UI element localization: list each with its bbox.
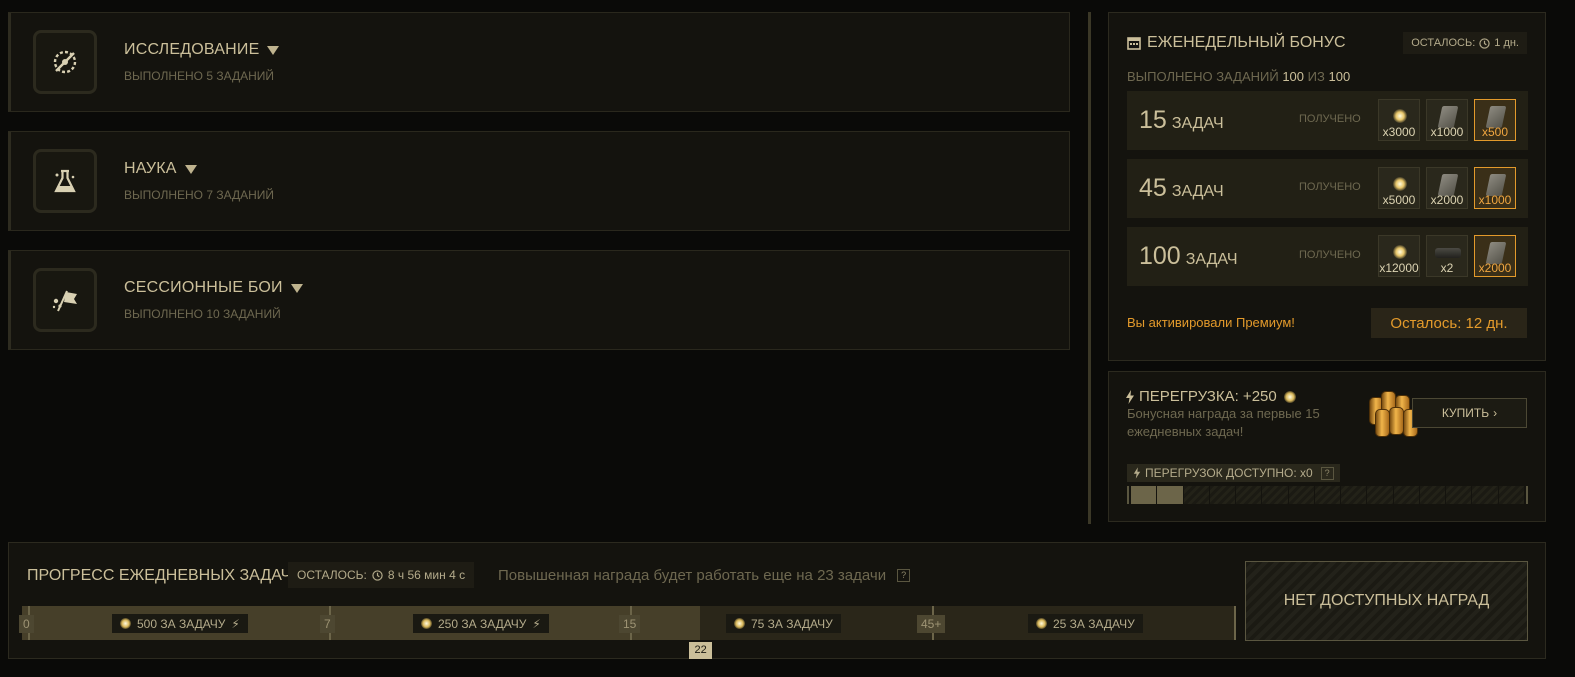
current-progress-marker: 22 <box>689 642 712 659</box>
tier-status: ПОЛУЧЕНО <box>1299 113 1361 125</box>
battle-flag-icon <box>33 268 97 332</box>
overload-segment <box>1341 486 1367 504</box>
compass-icon <box>33 30 97 94</box>
reward-chip: 250 ЗА ЗАДАЧУ ⚡ <box>413 614 549 633</box>
category-subtitle: ВЫПОЛНЕНО 10 ЗАДАНИЙ <box>124 307 281 321</box>
overload-segment <box>1498 486 1524 504</box>
overload-segment <box>1262 486 1288 504</box>
daily-remaining-badge: ОСТАЛОСЬ: 8 ч 56 мин 4 с <box>288 562 475 588</box>
chevron-down-icon <box>267 45 280 55</box>
tick-label: 45+ <box>917 615 946 633</box>
category-subtitle: ВЫПОЛНЕНО 5 ЗАДАНИЙ <box>124 69 275 83</box>
premium-activated-text: Вы активировали Премиум! <box>1127 315 1295 330</box>
overload-segment <box>1419 486 1446 504</box>
lightning-icon: ⚡ <box>231 616 240 631</box>
credits-icon <box>1283 390 1296 403</box>
scrollbar[interactable] <box>1088 12 1091 524</box>
lightning-icon <box>1133 467 1141 479</box>
overload-segment <box>1472 486 1498 504</box>
category-card-session-battles[interactable]: СЕССИОННЫЕ БОИ ВЫПОЛНЕНО 10 ЗАДАНИЙ <box>8 250 1070 350</box>
reward-chip: 25 ЗА ЗАДАЧУ <box>1028 614 1143 633</box>
tick-label: 15 <box>619 615 641 633</box>
boosted-reward-message: Повышенная награда будет работать еще на… <box>498 567 911 584</box>
clock-icon <box>1479 37 1490 49</box>
category-title[interactable]: ИССЛЕДОВАНИЕ <box>124 41 280 59</box>
help-icon[interactable]: ? <box>1320 466 1334 480</box>
reward-chip: 500 ЗА ЗАДАЧУ ⚡ <box>112 614 248 633</box>
category-card-science[interactable]: НАУКА ВЫПОЛНЕНО 7 ЗАДАНИЙ <box>8 131 1070 231</box>
weekly-bonus-title: ЕЖЕНЕДЕЛЬНЫЙ БОНУС <box>1127 34 1346 52</box>
lightning-icon <box>1126 389 1134 404</box>
overload-available-badge: ПЕРЕГРУЗОК ДОСТУПНО: x0 ? <box>1127 464 1340 482</box>
buy-button[interactable]: КУПИТЬ › <box>1412 398 1527 428</box>
daily-progress-title: ПРОГРЕСС ЕЖЕДНЕВНЫХ ЗАДАЧ <box>27 567 292 584</box>
calendar-icon <box>1127 37 1141 50</box>
overload-description: Бонусная награда за первые 15 ежедневных… <box>1127 406 1320 439</box>
weekly-bonus-panel: ЕЖЕНЕДЕЛЬНЫЙ БОНУС ОСТАЛОСЬ: 1 дн. ВЫПОЛ… <box>1108 12 1546 361</box>
reward-chip: 75 ЗА ЗАДАЧУ <box>726 614 841 633</box>
reward-slot-armor-plate[interactable]: x1000 <box>1426 99 1468 141</box>
tier-status: ПОЛУЧЕНО <box>1299 181 1361 193</box>
reward-slot-credits[interactable]: x3000 <box>1378 99 1420 141</box>
category-card-research[interactable]: ИССЛЕДОВАНИЕ ВЫПОЛНЕНО 5 ЗАДАНИЙ <box>8 12 1070 112</box>
lightning-icon: ⚡ <box>532 616 541 631</box>
chevron-down-icon <box>290 283 303 293</box>
overload-title: ПЕРЕГРУЗКА: +250 <box>1125 388 1296 405</box>
reward-slot-cap[interactable]: x2 <box>1426 235 1468 277</box>
credits-icon <box>1393 109 1407 123</box>
tick-label: 0 <box>19 615 34 633</box>
track-end <box>1234 606 1236 640</box>
help-icon[interactable]: ? <box>897 569 911 582</box>
category-title[interactable]: СЕССИОННЫЕ БОИ <box>124 279 303 297</box>
category-subtitle: ВЫПОЛНЕНО 7 ЗАДАНИЙ <box>124 188 275 202</box>
weekly-completed-count: ВЫПОЛНЕНО ЗАДАНИЙ 100 ИЗ 100 <box>1127 69 1351 84</box>
chevron-right-icon: › <box>1493 406 1498 420</box>
overload-segment <box>1393 486 1419 504</box>
credits-icon <box>1393 245 1407 259</box>
credits-icon <box>1393 177 1407 191</box>
reward-slot-premium[interactable]: x500 <box>1474 99 1516 141</box>
weekly-tier-45: 45 ЗАДАЧ ПОЛУЧЕНО x5000 x2000 x1000 <box>1127 159 1528 218</box>
chevron-down-icon <box>184 164 197 174</box>
cap-icon <box>1435 248 1461 258</box>
reward-slot-armor-plate[interactable]: x2000 <box>1426 167 1468 209</box>
tier-status: ПОЛУЧЕНО <box>1299 249 1361 261</box>
credits-icon <box>734 618 745 629</box>
premium-remaining-badge: Осталось: 12 дн. <box>1371 308 1527 338</box>
overload-segment <box>1131 486 1157 504</box>
reward-slot-credits[interactable]: x5000 <box>1378 167 1420 209</box>
tick-label: 7 <box>320 615 335 633</box>
no-rewards-button[interactable]: НЕТ ДОСТУПНЫХ НАГРАД <box>1245 561 1528 641</box>
overload-progress-bar <box>1127 486 1528 504</box>
daily-progress-panel: ПРОГРЕСС ЕЖЕДНЕВНЫХ ЗАДАЧ ОСТАЛОСЬ: 8 ч … <box>8 542 1546 659</box>
weekly-tier-100: 100 ЗАДАЧ ПОЛУЧЕНО x12000 x2 x2000 <box>1127 227 1528 286</box>
credits-icon <box>120 618 131 629</box>
clock-icon <box>372 569 383 581</box>
weekly-remaining-badge: ОСТАЛОСЬ: 1 дн. <box>1403 32 1527 54</box>
reward-slot-premium[interactable]: x1000 <box>1474 167 1516 209</box>
overload-segment <box>1183 486 1209 504</box>
reward-slot-premium[interactable]: x2000 <box>1474 235 1516 277</box>
overload-segment <box>1367 486 1393 504</box>
reward-slot-credits[interactable]: x12000 <box>1378 235 1420 277</box>
overload-segment <box>1288 486 1314 504</box>
flask-icon <box>33 149 97 213</box>
overload-segment <box>1236 486 1262 504</box>
credits-icon <box>421 618 432 629</box>
overload-segment <box>1157 486 1183 504</box>
overload-segment <box>1446 486 1472 504</box>
overload-panel: ПЕРЕГРУЗКА: +250 Бонусная награда за пер… <box>1108 371 1546 522</box>
overload-segment <box>1209 486 1236 504</box>
daily-progress-track: 0 7 15 45+ 500 ЗА ЗАДАЧУ ⚡ 250 ЗА ЗАДАЧУ ⚡… <box>19 606 1236 640</box>
overload-segment <box>1314 486 1341 504</box>
credits-icon <box>1036 618 1047 629</box>
weekly-tier-15: 15 ЗАДАЧ ПОЛУЧЕНО x3000 x1000 x500 <box>1127 91 1528 150</box>
category-title[interactable]: НАУКА <box>124 160 197 178</box>
